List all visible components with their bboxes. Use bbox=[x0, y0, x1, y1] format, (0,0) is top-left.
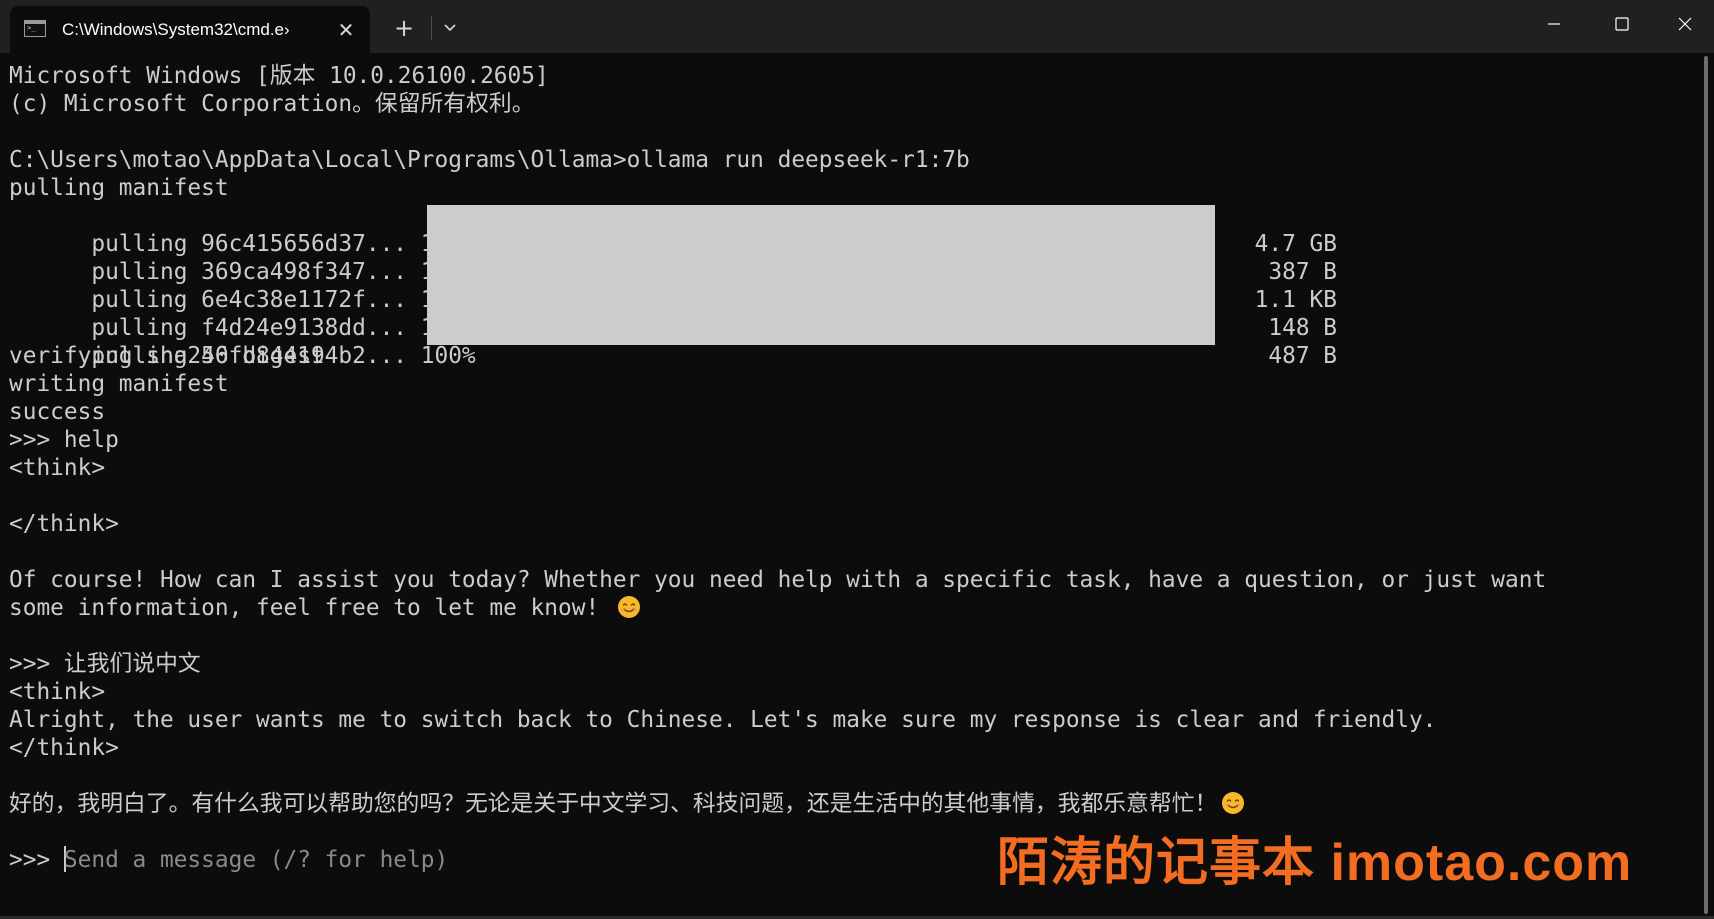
pulling-manifest-line: pulling manifest bbox=[9, 175, 229, 201]
tab-dropdown-button[interactable] bbox=[436, 14, 464, 42]
answer-line: Of course! How can I assist you today? W… bbox=[9, 567, 1547, 593]
watermark: 陌涛的记事本 imotao.com bbox=[997, 834, 1633, 892]
pull-size: 387 B bbox=[1268, 259, 1337, 285]
smiling-face-emoji-icon bbox=[617, 596, 640, 618]
pull-size: 148 B bbox=[1268, 315, 1337, 341]
prompt-chinese-line: >>> 让我们说中文 bbox=[9, 651, 201, 677]
close-icon bbox=[1678, 17, 1692, 31]
scrollbar[interactable] bbox=[1703, 56, 1709, 916]
think-close-line: </think> bbox=[9, 735, 119, 761]
title-bar[interactable]: C:\Windows\System32\cmd.e› ✕ + bbox=[0, 0, 1714, 53]
success-line: success bbox=[9, 399, 106, 425]
prompt-help-line: >>> help bbox=[9, 427, 119, 453]
scrollbar-thumb[interactable] bbox=[1704, 56, 1708, 914]
tab-divider bbox=[431, 16, 432, 40]
message-input-placeholder[interactable]: Send a message (/? for help) bbox=[64, 847, 448, 873]
answer-line: some information, feel free to let me kn… bbox=[9, 594, 1689, 622]
copyright-line: (c) Microsoft Corporation。保留所有权利。 bbox=[9, 91, 535, 117]
pull-size: 1.1 KB bbox=[1254, 287, 1337, 313]
terminal-window: C:\Windows\System32\cmd.e› ✕ + bbox=[0, 0, 1714, 919]
smiling-face-emoji-icon bbox=[1222, 792, 1245, 814]
header-line: Microsoft Windows [版本 10.0.26100.2605] bbox=[9, 63, 549, 89]
think-open-line: <think> bbox=[9, 455, 106, 481]
answer-line: 好的，我明白了。有什么我可以帮助您的吗？无论是关于中文学习、科技问题，还是生活中… bbox=[9, 790, 1689, 818]
minimize-icon bbox=[1548, 23, 1560, 25]
tab-title: C:\Windows\System32\cmd.e› bbox=[62, 20, 290, 39]
answer-text: 好的，我明白了。有什么我可以帮助您的吗？无论是关于中文学习、科技问题，还是生活中… bbox=[9, 791, 1218, 817]
tab-close-button[interactable]: ✕ bbox=[332, 16, 360, 44]
new-tab-button[interactable]: + bbox=[388, 12, 420, 44]
think-body-line: Alright, the user wants me to switch bac… bbox=[9, 707, 1437, 733]
minimize-button[interactable] bbox=[1520, 0, 1588, 48]
pull-size: 487 B bbox=[1268, 343, 1337, 369]
think-close-line: </think> bbox=[9, 511, 119, 537]
command-line: C:\Users\motao\AppData\Local\Programs\Ol… bbox=[9, 147, 970, 173]
answer-text: some information, feel free to let me kn… bbox=[9, 595, 613, 621]
tab-cmd[interactable]: C:\Windows\System32\cmd.e› ✕ bbox=[10, 6, 370, 53]
think-open-line: <think> bbox=[9, 679, 106, 705]
terminal-output[interactable]: Microsoft Windows [版本 10.0.26100.2605] (… bbox=[9, 62, 1689, 874]
maximize-button[interactable] bbox=[1588, 0, 1656, 48]
download-progress-bars bbox=[427, 205, 1215, 345]
verifying-line: verifying sha256 digest bbox=[9, 343, 325, 369]
maximize-icon bbox=[1615, 17, 1629, 31]
pull-size: 4.7 GB bbox=[1254, 231, 1337, 257]
input-prompt: >>> bbox=[9, 847, 64, 873]
close-window-button[interactable] bbox=[1656, 0, 1714, 48]
terminal-icon bbox=[24, 20, 46, 37]
chevron-down-icon bbox=[444, 24, 456, 32]
writing-line: writing manifest bbox=[9, 371, 229, 397]
